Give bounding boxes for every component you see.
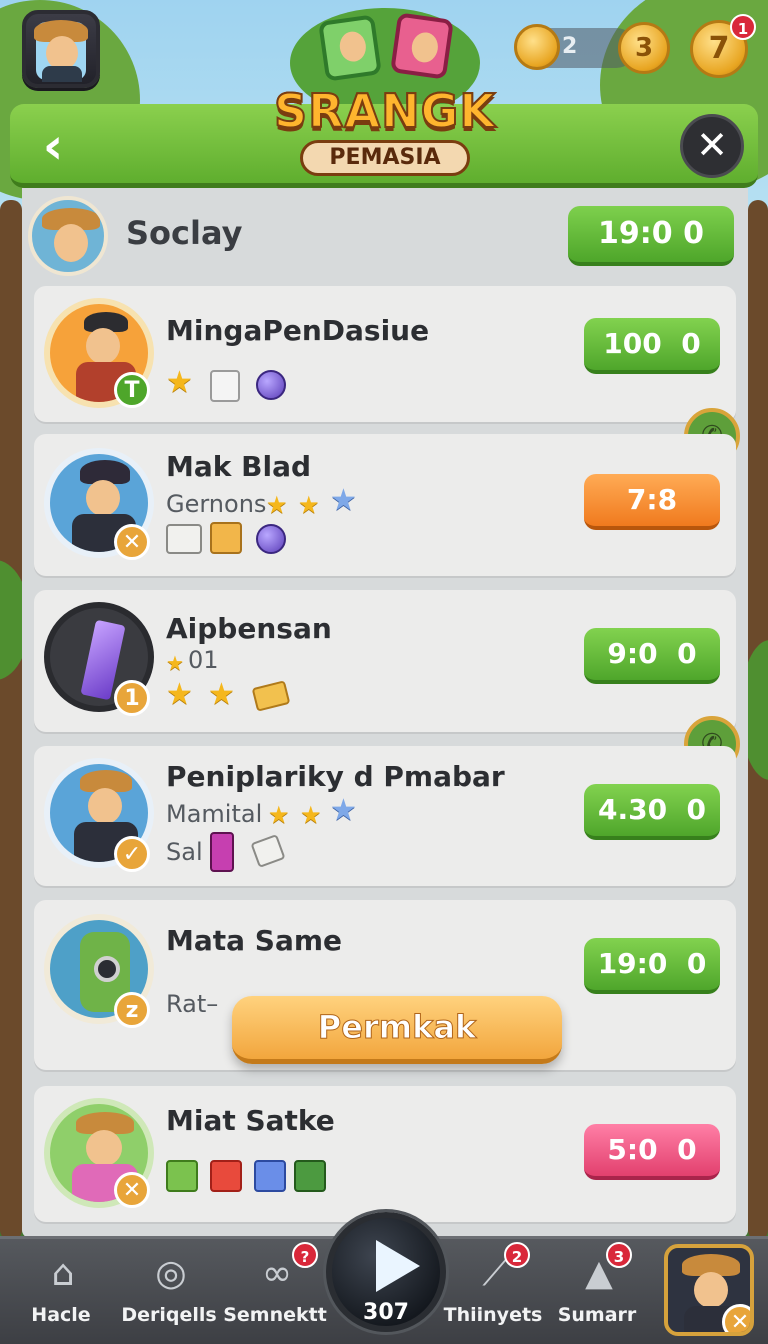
nav-badge: 2 [504, 1242, 530, 1268]
hint-notification-badge: 1 [730, 14, 756, 40]
player-badge: ✓ [114, 836, 150, 872]
player-name: Miat Satke [166, 1104, 335, 1137]
nav-label: Semnektt [223, 1304, 327, 1326]
star-icon: ★ [166, 365, 193, 400]
blue-cube-icon [254, 1160, 286, 1192]
player-badge: ✕ [114, 524, 150, 560]
player-badge: T [114, 372, 150, 408]
player-avatar-button[interactable] [22, 10, 100, 88]
star-icon: ★ [166, 677, 193, 712]
star-icon: ★ [298, 491, 320, 519]
green-cube-icon [166, 1160, 198, 1192]
nav-label: Hacle [31, 1304, 91, 1326]
player-timer-button[interactable]: 5:0 0 [584, 1124, 720, 1180]
star-icon: ★ [300, 801, 322, 829]
home-icon: ⌂ [51, 1253, 75, 1294]
nav-summary[interactable]: ▲ Sumarr [542, 1248, 652, 1336]
player-subtitle: 01 [188, 646, 219, 674]
gem-icon [256, 524, 286, 554]
player-timer-button[interactable]: 100 0 [584, 318, 720, 374]
player-name: Mak Blad [166, 450, 312, 483]
player-name: Aipbensan [166, 612, 332, 645]
card-item-icon [210, 832, 234, 872]
star-icon: ★ [166, 651, 184, 675]
player-subtitle: Mamital [166, 800, 263, 828]
play-button[interactable]: 307 [326, 1212, 446, 1332]
player-badge: z [114, 992, 150, 1028]
target-icon: ◎ [155, 1253, 187, 1294]
player-subtitle: Rat– [166, 990, 219, 1018]
star-icon: ★ [266, 491, 288, 519]
nav-badge: ? [292, 1242, 318, 1268]
player-name: Peniplariky d Pmabar [166, 760, 505, 793]
red-cube-icon [210, 1160, 242, 1192]
star-icon: ★ [268, 801, 290, 829]
star-icon: ★ [208, 677, 235, 712]
close-button[interactable]: ✕ [680, 114, 744, 178]
nav-profile-button[interactable]: ✕ [664, 1244, 754, 1336]
token-badge-button[interactable]: 3 [618, 22, 670, 74]
nav-badge: 3 [606, 1242, 632, 1268]
crate-item-icon [210, 522, 242, 554]
self-avatar[interactable] [28, 196, 108, 276]
nav-targets[interactable]: ◎ Deriqells [114, 1248, 224, 1336]
green-gift-icon [294, 1160, 326, 1192]
book-item-icon [166, 524, 202, 554]
scroll-item-icon [210, 370, 240, 402]
player-timer-button[interactable]: 7:8 [584, 474, 720, 530]
player-extra: Sal [166, 838, 203, 866]
coin-count: 2 [562, 34, 578, 59]
player-subtitle: Gernons [166, 490, 267, 518]
play-icon [376, 1240, 420, 1292]
popup-action-button[interactable]: Permkak [232, 996, 562, 1064]
nav-things[interactable]: ⟋ Thiinyets [438, 1248, 548, 1336]
nav-label: Thiinyets [443, 1304, 543, 1326]
nav-label: Sumarr [557, 1304, 637, 1326]
nav-home[interactable]: ⌂ Hacle [6, 1248, 116, 1336]
player-timer-button[interactable]: 19:0 0 [584, 938, 720, 994]
self-name: Soclay [126, 214, 243, 252]
self-timer-button[interactable]: 19:0 0 [568, 206, 734, 266]
blue-star-icon: ★ [330, 483, 357, 518]
player-badge: ✕ [114, 1172, 150, 1208]
logo-subtitle-overlay: PEMASIA [300, 140, 470, 176]
close-badge-icon: ✕ [722, 1304, 750, 1332]
blue-star-icon: ★ [330, 793, 357, 828]
back-button[interactable]: ‹ [28, 118, 78, 174]
player-timer-button[interactable]: 9:0 0 [584, 628, 720, 684]
player-badge: 1 [114, 680, 150, 716]
player-timer-button[interactable]: 4.30 0 [584, 784, 720, 840]
logo-character-card-icon [318, 14, 382, 82]
play-count: 307 [363, 1300, 409, 1325]
player-name: MingaPenDasiue [166, 314, 430, 347]
coin-icon [514, 24, 560, 70]
gem-icon [256, 370, 286, 400]
player-name: Mata Same [166, 924, 343, 957]
logo-character-card-icon [390, 12, 454, 80]
logo-title-overlay: SRANGK [273, 83, 497, 139]
nav-label: Deriqells [121, 1304, 217, 1326]
